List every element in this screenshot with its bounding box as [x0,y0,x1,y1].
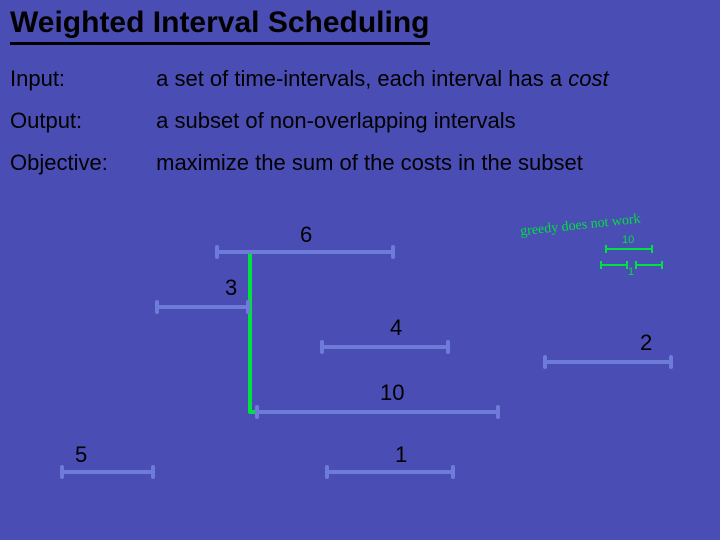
interval-6 [215,250,395,254]
interval-4 [320,345,450,349]
intervals-diagram: 6 3 4 2 10 5 1 greedy does not work 10 1 [0,220,720,540]
slide-title: Weighted Interval Scheduling [10,6,430,45]
weight-10: 10 [380,380,404,406]
label-output: Output: [10,108,150,134]
value-input: a set of time-intervals, each interval h… [156,66,608,92]
interval-5 [60,470,155,474]
label-objective: Objective: [10,150,150,176]
mini-interval-bottom-left [600,264,628,266]
row-objective: Objective: maximize the sum of the costs… [10,150,583,176]
mini-label-bottom: 1 [628,266,634,278]
interval-3 [155,305,250,309]
interval-10 [255,410,500,414]
weight-4: 4 [390,315,402,341]
weight-3: 3 [225,275,237,301]
value-input-prefix: a set of time-intervals, each interval h… [156,66,568,91]
mini-interval-bottom-right [635,264,663,266]
row-output: Output: a subset of non-overlapping inte… [10,108,516,134]
row-input: Input: a set of time-intervals, each int… [10,66,609,92]
value-objective: maximize the sum of the costs in the sub… [156,150,583,176]
value-input-italic: cost [568,66,608,91]
interval-1 [325,470,455,474]
value-output: a subset of non-overlapping intervals [156,108,516,134]
slide: Weighted Interval Scheduling Input: a se… [0,0,720,540]
mini-interval-top [605,248,653,250]
selection-vertical [248,250,252,412]
label-input: Input: [10,66,150,92]
mini-label-top: 10 [622,234,634,246]
weight-1: 1 [395,442,407,468]
weight-2: 2 [640,330,652,356]
weight-5: 5 [75,442,87,468]
weight-6: 6 [300,222,312,248]
interval-2 [543,360,673,364]
